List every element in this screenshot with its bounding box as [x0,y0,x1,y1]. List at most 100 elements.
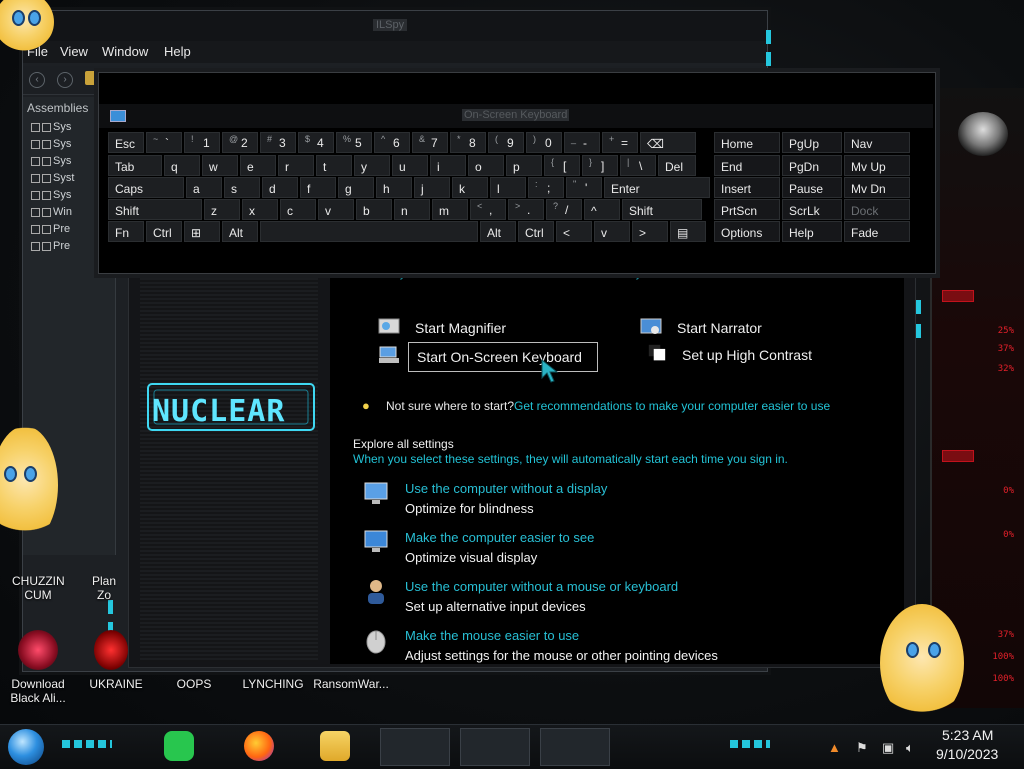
clock-time[interactable]: 5:23 AM [942,727,993,743]
osk-key[interactable]: ^ 6 [374,132,410,153]
osk-nav-key[interactable]: PrtScn [714,199,780,220]
osk-key[interactable]: i [430,155,466,176]
osk-nav-key[interactable]: Fade [844,221,910,242]
osk-key[interactable]: h [376,177,412,198]
osk-nav-key[interactable]: Insert [714,177,780,198]
osk-key[interactable]: f [300,177,336,198]
osk-key[interactable]: >. [508,199,544,220]
osk-key[interactable]: Ctrl [146,221,182,242]
osk-key[interactable]: #3 [260,132,296,153]
tree-item[interactable]: Sys [31,138,71,150]
osk-key[interactable]: p [506,155,542,176]
tree-item[interactable]: Win [31,206,72,218]
taskbar-window-ease[interactable] [540,728,610,766]
osk-key[interactable]: a [186,177,222,198]
back-icon[interactable]: ‹ [29,72,45,88]
black-alien-icon[interactable] [18,630,58,670]
osk-key[interactable]: Shift [622,199,702,220]
osk-key[interactable]: & 7 [412,132,448,153]
taskbar-window-nuclear[interactable] [380,728,450,766]
osk-key[interactable]: Tab [108,155,162,176]
tree-item[interactable]: Sys [31,155,71,167]
osk-key[interactable]: * 8 [450,132,486,153]
osk-key[interactable]: Ctrl [518,221,554,242]
osk-key[interactable] [260,221,478,242]
osk-key[interactable]: + = [602,132,638,153]
setting-mouse-easier-link[interactable]: Make the mouse easier to use [405,628,579,643]
osk-nav-key[interactable]: Mv Dn [844,177,910,198]
osk-key[interactable]: k [452,177,488,198]
osk-key[interactable]: Del [658,155,696,176]
tray-app-icon[interactable]: ▲ [828,740,841,755]
osk-nav-key[interactable]: Options [714,221,780,242]
file-explorer-icon[interactable] [320,731,350,761]
osk-key[interactable]: Fn [108,221,144,242]
osk-key[interactable]: u [392,155,428,176]
osk-key[interactable]: m [432,199,468,220]
osk-key[interactable]: r [278,155,314,176]
desktop-icon-label[interactable]: OOPS [166,677,222,691]
osk-nav-key[interactable]: Mv Up [844,155,910,176]
osk-key[interactable]: ⌫ [640,132,696,153]
osk-key[interactable]: x [242,199,278,220]
osk-key[interactable]: z [204,199,240,220]
setting-without-mouse-link[interactable]: Use the computer without a mouse or keyb… [405,579,678,594]
osk-key[interactable]: Enter [604,177,710,198]
osk-key[interactable]: v [594,221,630,242]
set-up-high-contrast-link[interactable]: Set up High Contrast [682,347,812,363]
tree-item[interactable]: Syst [31,172,74,184]
osk-key[interactable]: % 5 [336,132,372,153]
osk-key[interactable]: _ - [564,132,600,153]
volume-icon[interactable]: 🔈︎ [906,740,914,756]
osk-key[interactable]: }] [582,155,618,176]
network-icon[interactable]: ▣ [882,740,894,756]
osk-key[interactable]: s [224,177,260,198]
osk-key[interactable]: t [316,155,352,176]
osk-key[interactable]: g [338,177,374,198]
tree-item[interactable]: Pre [31,240,70,252]
osk-key[interactable]: n [394,199,430,220]
osk-key[interactable]: ⊞ [184,221,220,242]
forward-icon[interactable]: › [57,72,73,88]
osk-key[interactable]: q [164,155,200,176]
menu-view[interactable]: View [60,44,88,59]
osk-key[interactable]: < [556,221,592,242]
osk-nav-key[interactable]: Dock [844,199,910,220]
osk-nav-key[interactable]: Help [782,221,842,242]
start-narrator-link[interactable]: Start Narrator [677,320,762,336]
osk-nav-key[interactable]: Home [714,132,780,153]
osk-key[interactable]: Caps [108,177,184,198]
osk-key[interactable]: Shift [108,199,202,220]
menu-help[interactable]: Help [164,44,191,59]
ukraine-icon[interactable] [94,630,128,670]
osk-key[interactable]: ! 1 [184,132,220,153]
taskbar-window-osk[interactable] [460,728,530,766]
desktop-icon-label[interactable]: Plan Zo [86,574,122,602]
desktop-icon-label[interactable]: UKRAINE [86,677,146,691]
osk-key[interactable]: > [632,221,668,242]
tree-item[interactable]: Sys [31,189,71,201]
desktop-icon-label[interactable]: LYNCHING [240,677,306,691]
osk-key[interactable]: (9 [488,132,524,153]
firefox-icon[interactable] [244,731,274,761]
osk-nav-key[interactable]: PgUp [782,132,842,153]
osk-key[interactable]: @2 [222,132,258,153]
osk-nav-key[interactable]: ScrLk [782,199,842,220]
osk-key[interactable]: d [262,177,298,198]
osk-key[interactable]: :; [528,177,564,198]
osk-key[interactable]: Alt [480,221,516,242]
osk-key[interactable]: w [202,155,238,176]
osk-key[interactable]: " ' [566,177,602,198]
tree-item[interactable]: Sys [31,121,71,133]
osk-key[interactable]: c [280,199,316,220]
setting-easier-to-see-link[interactable]: Make the computer easier to see [405,530,594,545]
osk-key[interactable]: ? / [546,199,582,220]
osk-key[interactable]: e [240,155,276,176]
osk-nav-key[interactable]: Pause [782,177,842,198]
spotify-icon[interactable] [164,731,194,761]
clock-date[interactable]: 9/10/2023 [936,746,998,762]
osk-key[interactable]: ~ ` [146,132,182,153]
osk-key[interactable]: b [356,199,392,220]
osk-key[interactable]: <, [470,199,506,220]
osk-key[interactable]: Esc [108,132,144,153]
